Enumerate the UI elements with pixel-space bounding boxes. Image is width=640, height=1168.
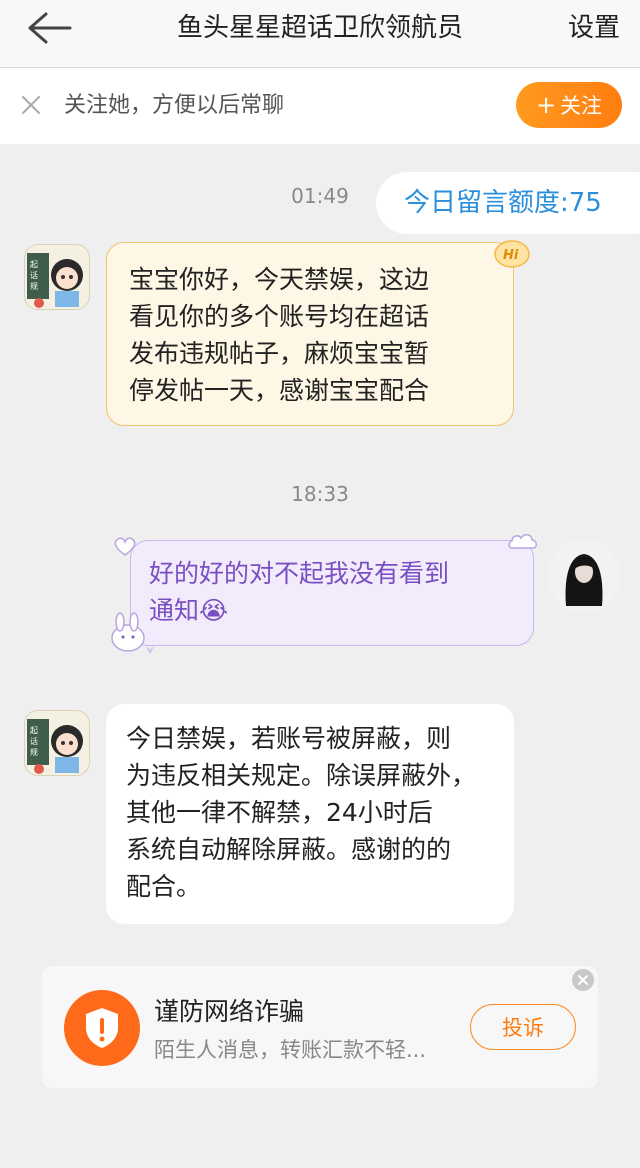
follow-prompt-bar: 关注她，方便以后常聊 + 关注 — [0, 68, 640, 144]
message-line: 配合。 — [126, 872, 202, 901]
close-icon[interactable] — [20, 94, 42, 116]
report-button[interactable]: 投诉 — [470, 1004, 576, 1050]
fraud-warning-card[interactable]: 谨防网络诈骗 陌生人消息，转账汇款不轻... 投诉 — [42, 966, 598, 1088]
sender-avatar[interactable]: 起 话 规 — [24, 710, 90, 776]
message-line: 好的好的对不起我没有看到 — [149, 559, 450, 588]
message-line: 宝宝你好，今天禁娱，这边 — [129, 265, 430, 294]
user-avatar-icon — [548, 540, 620, 612]
svg-text:起: 起 — [30, 726, 38, 735]
plus-icon: + — [535, 91, 557, 119]
shield-warning-icon — [64, 990, 140, 1066]
top-bar: 鱼头星星超话卫欣领航员 设置 — [0, 0, 640, 68]
sender-avatar[interactable]: 起 话 规 — [24, 244, 90, 310]
message-line: 系统自动解除屏蔽。感谢的的 — [126, 835, 452, 864]
self-message-bubble[interactable]: 好的好的对不起我没有看到 通知😭 — [130, 540, 534, 646]
svg-text:Hi: Hi — [503, 248, 519, 263]
svg-text:话: 话 — [30, 736, 38, 746]
message-line: 其他一律不解禁，24小时后 — [126, 798, 433, 827]
hi-badge-icon: Hi — [493, 239, 531, 269]
back-arrow-icon — [28, 12, 72, 44]
cloud-sticker-icon — [508, 534, 537, 549]
svg-text:规: 规 — [30, 281, 38, 291]
message-line: 发布违规帖子，麻烦宝宝暂 — [129, 339, 430, 368]
settings-button[interactable]: 设置 — [568, 10, 620, 46]
message-line: 今日禁娱，若账号被屏蔽，则 — [126, 724, 452, 753]
fraud-warning-title: 谨防网络诈骗 — [154, 997, 305, 1026]
svg-text:起: 起 — [30, 260, 38, 269]
message-line: 为违反相关规定。除误屏蔽外， — [126, 761, 477, 790]
close-icon[interactable] — [572, 969, 594, 991]
back-button[interactable] — [24, 8, 74, 48]
svg-text:话: 话 — [30, 270, 38, 280]
follow-button[interactable]: + 关注 — [516, 82, 622, 128]
message-line: 看见你的多个账号均在超话 — [129, 302, 430, 331]
admin-message-bubble[interactable]: 今日禁娱，若账号被屏蔽，则 为违反相关规定。除误屏蔽外， 其他一律不解禁，24小… — [106, 704, 514, 924]
message-timestamp: 18:33 — [291, 482, 349, 506]
anime-girl-avatar-icon: 起 话 规 — [27, 719, 83, 774]
follow-prompt-text: 关注她，方便以后常聊 — [64, 93, 285, 118]
anime-girl-avatar-icon: 起 话 规 — [27, 253, 83, 308]
admin-message-bubble[interactable]: 宝宝你好，今天禁娱，这边 看见你的多个账号均在超话 发布违规帖子，麻烦宝宝暂 停… — [106, 240, 530, 426]
chat-title: 鱼头星星超话卫欣领航员 — [176, 13, 463, 43]
fraud-warning-subtitle: 陌生人消息，转账汇款不轻... — [154, 1038, 427, 1062]
message-line: 停发帖一天，感谢宝宝配合 — [129, 376, 430, 405]
svg-text:规: 规 — [30, 747, 38, 757]
follow-button-label: 关注 — [560, 94, 603, 118]
message-quota-pill: 今日留言额度:75 — [376, 172, 640, 234]
self-avatar[interactable] — [548, 540, 620, 612]
bunny-sticker-icon — [111, 612, 154, 654]
message-line: 通知😭 — [149, 596, 229, 625]
